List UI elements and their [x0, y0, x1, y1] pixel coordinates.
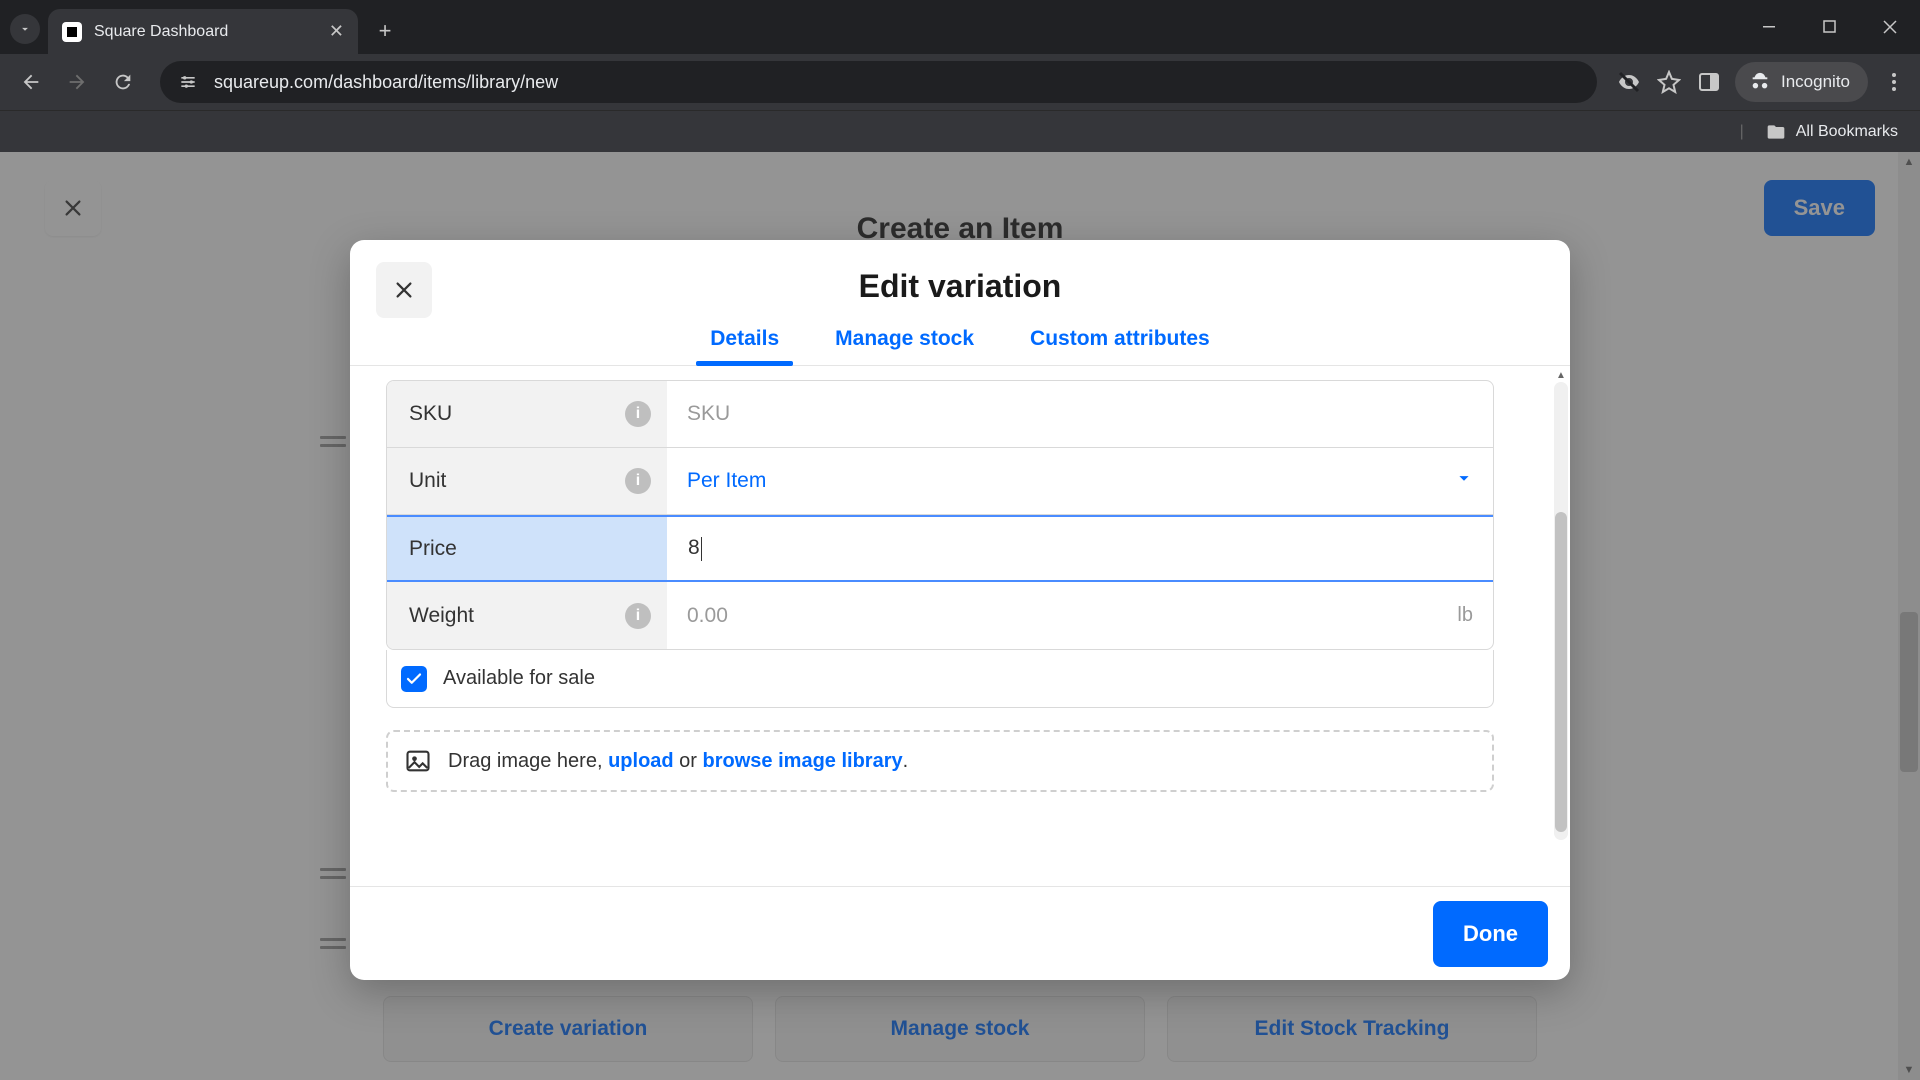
tab-close-icon[interactable]: ✕	[329, 21, 344, 42]
unit-label: Unit i	[387, 448, 667, 514]
unit-select[interactable]: Per Item	[667, 448, 1493, 514]
edit-variation-modal: Edit variation Details Manage stock Cust…	[350, 240, 1570, 980]
price-input-wrapper: 8	[667, 517, 1493, 580]
browser-toolbar: squareup.com/dashboard/items/library/new…	[0, 54, 1920, 110]
check-icon	[405, 670, 423, 688]
available-checkbox[interactable]	[401, 666, 427, 692]
close-icon	[393, 279, 415, 301]
tab-search-button[interactable]	[10, 14, 40, 44]
reload-button[interactable]	[104, 63, 142, 101]
available-for-sale-row: Available for sale	[386, 650, 1494, 708]
scroll-up-icon[interactable]: ▲	[1554, 368, 1568, 382]
address-bar[interactable]: squareup.com/dashboard/items/library/new	[160, 61, 1597, 103]
modal-scrollbar[interactable]: ▲	[1554, 382, 1568, 840]
scroll-thumb[interactable]	[1555, 512, 1567, 832]
variation-form: SKU i Unit i Per Item	[386, 380, 1494, 650]
unit-row: Unit i Per Item	[387, 448, 1493, 515]
side-panel-icon[interactable]	[1695, 68, 1723, 96]
price-input[interactable]: 8	[688, 536, 702, 560]
tab-details[interactable]: Details	[710, 327, 779, 365]
minimize-button[interactable]	[1740, 0, 1800, 54]
page-viewport: Save Create an Item Create variation Man…	[0, 152, 1920, 1080]
dropzone-text: Drag image here,	[448, 750, 608, 772]
tab-title: Square Dashboard	[94, 23, 228, 41]
weight-input[interactable]	[687, 604, 1473, 628]
site-settings-icon[interactable]	[176, 70, 200, 94]
browser-menu-icon[interactable]	[1880, 68, 1908, 96]
incognito-chip[interactable]: Incognito	[1735, 62, 1868, 102]
browser-titlebar: Square Dashboard ✕ +	[0, 0, 1920, 54]
tab-manage-stock[interactable]: Manage stock	[835, 327, 974, 365]
available-label: Available for sale	[443, 667, 595, 690]
incognito-label: Incognito	[1781, 72, 1850, 92]
done-button[interactable]: Done	[1433, 901, 1548, 967]
bookmark-star-icon[interactable]	[1655, 68, 1683, 96]
close-window-button[interactable]	[1860, 0, 1920, 54]
browser-tab[interactable]: Square Dashboard ✕	[48, 9, 358, 54]
window-controls	[1740, 0, 1920, 54]
all-bookmarks-link[interactable]: All Bookmarks	[1796, 123, 1898, 141]
url-text: squareup.com/dashboard/items/library/new	[214, 72, 558, 93]
price-label: Price	[387, 517, 667, 580]
price-row: Price 8	[387, 515, 1493, 582]
info-icon[interactable]: i	[625, 468, 651, 494]
folder-icon	[1766, 122, 1786, 142]
incognito-icon	[1749, 71, 1771, 93]
upload-link[interactable]: upload	[608, 750, 674, 772]
modal-title: Edit variation	[350, 268, 1570, 305]
maximize-button[interactable]	[1800, 0, 1860, 54]
done-button-label: Done	[1463, 921, 1518, 947]
info-icon[interactable]: i	[625, 603, 651, 629]
new-tab-button[interactable]: +	[368, 14, 402, 48]
tab-custom-attributes[interactable]: Custom attributes	[1030, 327, 1210, 365]
unit-value: Per Item	[687, 469, 766, 493]
image-dropzone[interactable]: Drag image here, upload or browse image …	[386, 730, 1494, 792]
info-icon[interactable]: i	[625, 401, 651, 427]
sku-input[interactable]	[687, 402, 1473, 426]
image-icon	[404, 747, 432, 775]
back-button[interactable]	[12, 63, 50, 101]
forward-button[interactable]	[58, 63, 96, 101]
modal-close-button[interactable]	[376, 262, 432, 318]
weight-unit: lb	[1457, 604, 1473, 627]
eye-off-icon[interactable]	[1615, 68, 1643, 96]
tab-favicon	[62, 22, 82, 42]
browse-library-link[interactable]: browse image library	[703, 750, 903, 772]
weight-row: Weight i lb	[387, 582, 1493, 649]
sku-row: SKU i	[387, 381, 1493, 448]
chevron-down-icon	[1453, 467, 1475, 495]
weight-label: Weight i	[387, 582, 667, 649]
sku-label: SKU i	[387, 381, 667, 447]
bookmarks-bar: | All Bookmarks	[0, 110, 1920, 152]
